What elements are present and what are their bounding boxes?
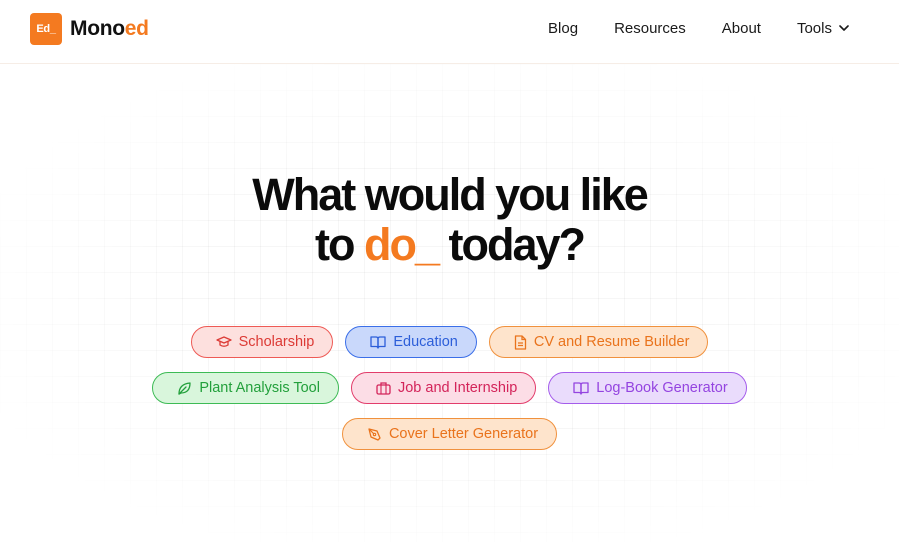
logo-badge: Ed_ xyxy=(30,13,62,45)
nav-resources-label: Resources xyxy=(614,20,686,37)
pen-tool-icon xyxy=(367,427,382,442)
chip-job-internship[interactable]: Job and Internship xyxy=(350,372,537,404)
book-open-icon xyxy=(370,335,386,349)
document-icon xyxy=(514,334,527,350)
hero-line-2-accent: do_ xyxy=(363,219,440,270)
chip-cover-letter-generator[interactable]: Cover Letter Generator xyxy=(341,418,558,450)
chip-logbook-label: Log-Book Generator xyxy=(596,380,728,396)
hero-line-2-pre: to xyxy=(314,219,364,270)
chip-education-label: Education xyxy=(393,334,458,350)
chip-job-label: Job and Internship xyxy=(397,380,518,396)
nav-tools-label: Tools xyxy=(796,20,832,37)
brand-name: Monoed xyxy=(70,17,149,41)
chip-row-1: Scholarship Education CV and Resume Buil… xyxy=(0,326,899,358)
tool-chips: Scholarship Education CV and Resume Buil… xyxy=(0,326,899,464)
chip-education[interactable]: Education xyxy=(345,326,477,358)
chip-scholarship-label: Scholarship xyxy=(238,334,315,350)
chip-cover-label: Cover Letter Generator xyxy=(388,426,539,442)
briefcase-icon xyxy=(376,381,391,395)
nav-blog[interactable]: Blog xyxy=(548,20,578,37)
brand-name-accent: ed xyxy=(124,17,149,40)
nav-blog-label: Blog xyxy=(548,20,579,37)
chip-cv-label: CV and Resume Builder xyxy=(533,334,690,350)
nav-tools[interactable]: Tools xyxy=(797,20,849,37)
brand-name-main: Mono xyxy=(70,17,125,40)
nav-about[interactable]: About xyxy=(722,20,761,37)
chip-plant-analysis[interactable]: Plant Analysis Tool xyxy=(152,372,339,404)
grid-background xyxy=(0,64,899,542)
hero-line-2-post: today? xyxy=(437,219,586,270)
chip-log-book-generator[interactable]: Log-Book Generator xyxy=(548,372,747,404)
hero-line-1: What would you like xyxy=(252,169,649,220)
nav-about-label: About xyxy=(721,20,761,37)
chip-plant-label: Plant Analysis Tool xyxy=(199,380,320,396)
graduation-cap-icon xyxy=(215,335,232,349)
chip-cv-resume-builder[interactable]: CV and Resume Builder xyxy=(488,326,709,358)
site-header: Ed_ Monoed Blog Resources About Tools xyxy=(0,0,899,64)
nav-resources[interactable]: Resources xyxy=(614,20,686,37)
logo[interactable]: Ed_ Monoed xyxy=(30,13,149,45)
book-open-icon xyxy=(573,381,589,395)
main-nav: Blog Resources About Tools xyxy=(512,20,849,37)
chevron-down-icon xyxy=(839,25,849,31)
hero: What would you like to do_ today? xyxy=(0,170,899,270)
hero-heading: What would you like to do_ today? xyxy=(0,170,899,270)
leaf-icon xyxy=(177,381,192,396)
chip-scholarship[interactable]: Scholarship xyxy=(190,326,334,358)
chip-row-2: Plant Analysis Tool Job and Internship L… xyxy=(0,372,899,404)
chip-row-3: Cover Letter Generator xyxy=(0,418,899,450)
